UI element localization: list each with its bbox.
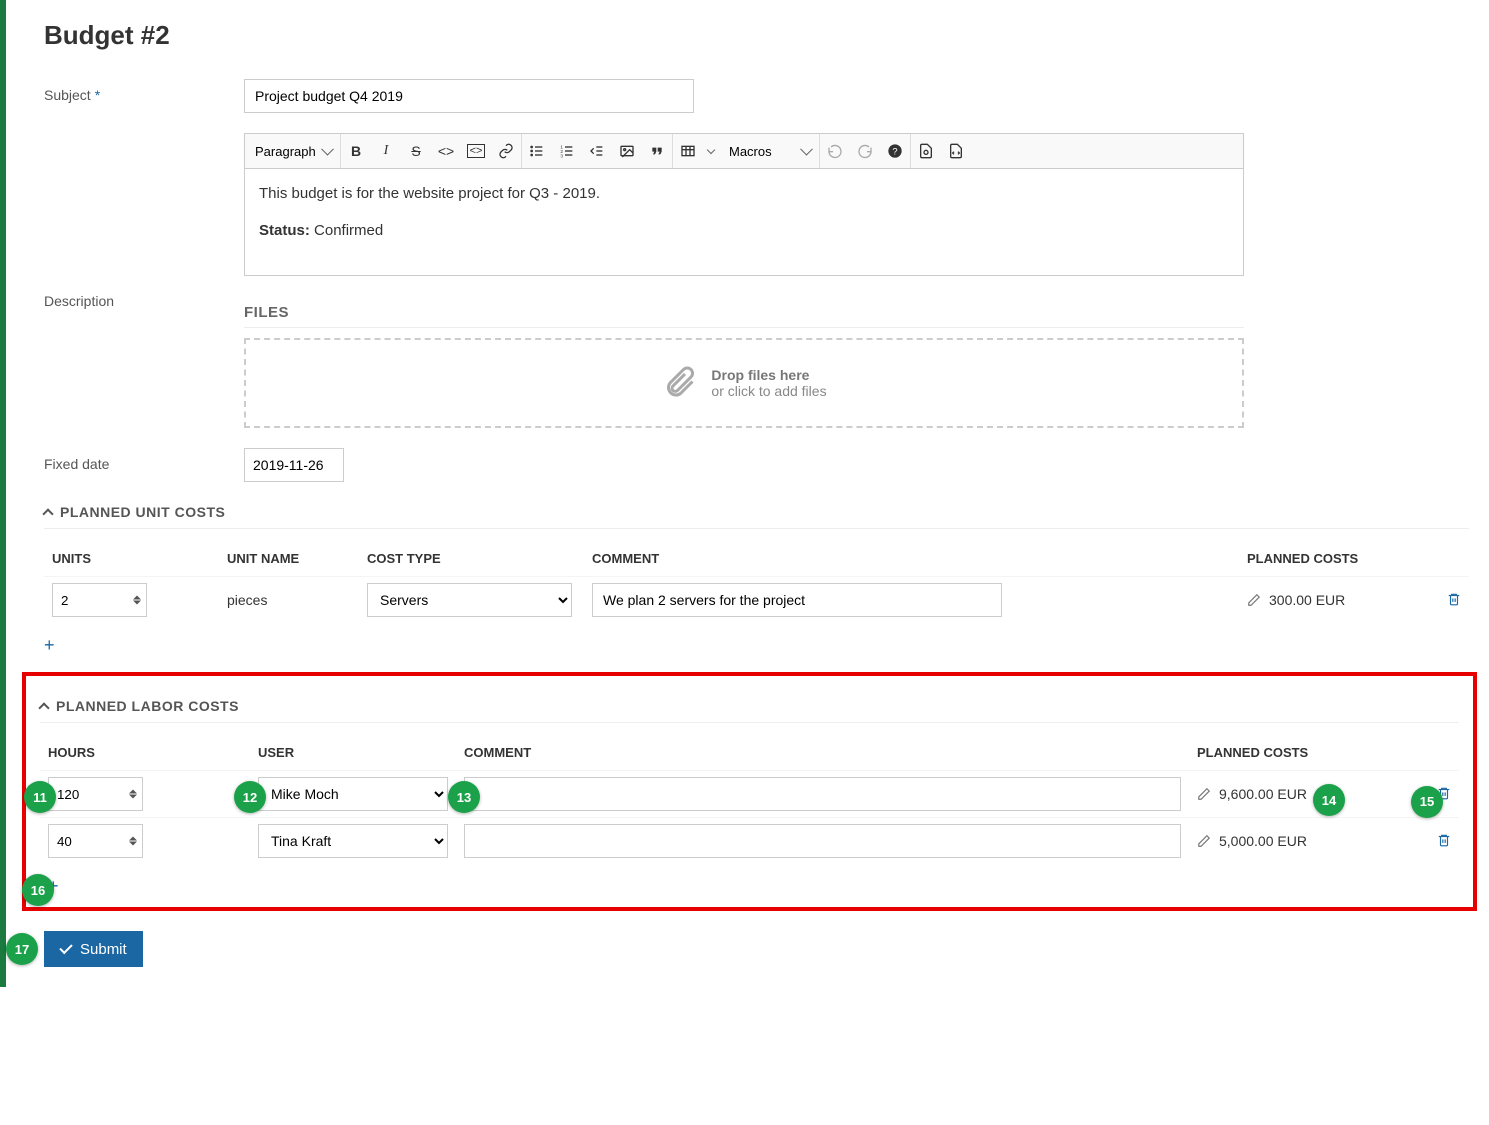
format-select[interactable]: Paragraph — [245, 134, 340, 168]
bullet-list-icon[interactable] — [522, 134, 552, 168]
editor-body[interactable]: This budget is for the website project f… — [245, 169, 1243, 275]
page-left-accent — [0, 0, 6, 987]
paperclip-icon — [661, 365, 697, 401]
user-select[interactable]: Mike Moch — [258, 777, 448, 811]
th-units: UNITS — [44, 543, 219, 577]
help-icon[interactable]: ? — [880, 134, 910, 168]
th-user: USER — [250, 737, 456, 771]
chevron-up-icon — [38, 702, 49, 713]
dropzone-line1: Drop files here — [711, 367, 826, 383]
th-cost-type: COST TYPE — [359, 543, 584, 577]
outdent-icon[interactable] — [582, 134, 612, 168]
planned-cost-value: 300.00 EUR — [1269, 592, 1345, 608]
file-dropzone[interactable]: Drop files here or click to add files — [244, 338, 1244, 428]
stepper-up-icon[interactable] — [133, 596, 141, 600]
dropzone-line2: or click to add files — [711, 383, 826, 399]
submit-button[interactable]: Submit — [44, 931, 143, 967]
pencil-icon[interactable] — [1197, 787, 1211, 801]
subject-label: Subject* — [44, 79, 244, 103]
planned-cost-value: 9,600.00 EUR — [1219, 786, 1307, 802]
check-icon — [59, 940, 72, 953]
stepper-up-icon[interactable] — [129, 837, 137, 841]
preview-icon[interactable] — [911, 134, 941, 168]
numbered-list-icon[interactable]: 123 — [552, 134, 582, 168]
link-icon[interactable] — [491, 134, 521, 168]
tour-marker: 16 — [22, 874, 54, 906]
cost-type-select[interactable]: Servers — [367, 583, 572, 617]
table-icon[interactable] — [673, 134, 703, 168]
bold-icon[interactable]: B — [341, 134, 371, 168]
add-unit-row-button[interactable]: + — [44, 635, 55, 656]
redo-icon[interactable] — [850, 134, 880, 168]
fixed-date-label: Fixed date — [44, 448, 244, 472]
svg-text:3: 3 — [560, 154, 563, 159]
description-label: Description — [44, 133, 244, 309]
subject-input[interactable] — [244, 79, 694, 113]
stepper-up-icon[interactable] — [129, 790, 137, 794]
th-planned: PLANNED COSTS — [1189, 737, 1429, 771]
th-comment: COMMENT — [456, 737, 1189, 771]
unit-costs-heading: PLANNED UNIT COSTS — [60, 504, 225, 520]
svg-text:?: ? — [892, 146, 897, 156]
labor-comment-input[interactable] — [464, 824, 1181, 858]
stepper-down-icon[interactable] — [129, 842, 137, 846]
editor-toolbar: Paragraph B I S <> <> 123 — [245, 134, 1243, 169]
th-unit-name: UNIT NAME — [219, 543, 359, 577]
page-title: Budget #2 — [44, 20, 1469, 51]
stepper-down-icon[interactable] — [129, 795, 137, 799]
pencil-icon[interactable] — [1197, 834, 1211, 848]
fixed-date-input[interactable] — [244, 448, 344, 482]
labor-costs-section-toggle[interactable]: PLANNED LABOR COSTS — [40, 698, 1459, 723]
rich-text-editor: Paragraph B I S <> <> 123 — [244, 133, 1244, 276]
table-row: Tina Kraft 5,000.00 EUR — [40, 818, 1459, 865]
tour-marker: 11 — [24, 781, 56, 813]
codeblock-icon[interactable]: <> — [461, 134, 491, 168]
unit-comment-input[interactable] — [592, 583, 1002, 617]
trash-icon[interactable] — [1447, 594, 1461, 610]
chevron-up-icon — [42, 508, 53, 519]
italic-icon[interactable]: I — [371, 134, 401, 168]
th-comment: COMMENT — [584, 543, 1239, 577]
tour-marker: 14 — [1313, 784, 1345, 816]
tour-marker: 15 — [1411, 786, 1443, 818]
tour-marker: 13 — [448, 781, 480, 813]
undo-icon[interactable] — [820, 134, 850, 168]
quote-icon[interactable] — [642, 134, 672, 168]
editor-text-line: This budget is for the website project f… — [259, 185, 1229, 202]
code-icon[interactable]: <> — [431, 134, 461, 168]
th-hours: HOURS — [40, 737, 250, 771]
macros-select[interactable]: Macros — [719, 134, 819, 168]
table-chevron-icon[interactable] — [703, 134, 719, 168]
labor-comment-input[interactable] — [464, 777, 1181, 811]
files-heading: FILES — [244, 304, 1244, 328]
strike-icon[interactable]: S — [401, 134, 431, 168]
tour-marker: 17 — [6, 933, 38, 965]
labor-costs-heading: PLANNED LABOR COSTS — [56, 698, 239, 714]
stepper-down-icon[interactable] — [133, 601, 141, 605]
unit-costs-section-toggle[interactable]: PLANNED UNIT COSTS — [44, 504, 1469, 529]
image-icon[interactable] — [612, 134, 642, 168]
status-value: Confirmed — [314, 222, 383, 239]
planned-cost-value: 5,000.00 EUR — [1219, 833, 1307, 849]
tour-marker: 12 — [234, 781, 266, 813]
labor-costs-highlight: PLANNED LABOR COSTS HOURS USER COMMENT P… — [22, 672, 1477, 911]
pencil-icon[interactable] — [1247, 593, 1261, 607]
th-planned: PLANNED COSTS — [1239, 543, 1439, 577]
status-label: Status: — [259, 222, 310, 239]
unit-name-cell: pieces — [219, 577, 359, 624]
source-icon[interactable] — [941, 134, 971, 168]
table-row: pieces Servers 300.00 EUR — [44, 577, 1469, 624]
trash-icon[interactable] — [1437, 835, 1451, 851]
user-select[interactable]: Tina Kraft — [258, 824, 448, 858]
